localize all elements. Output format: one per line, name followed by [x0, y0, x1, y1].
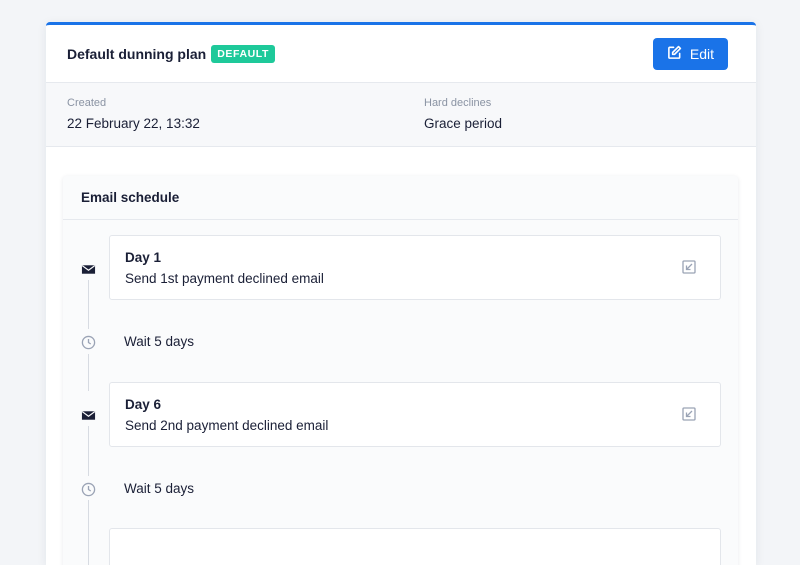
step-description: Send 1st payment declined email	[125, 271, 324, 286]
wait-step-text: Wait 5 days	[124, 481, 195, 496]
email-schedule-panel: Email schedule Day 1 Send 1st payment de…	[63, 176, 738, 565]
timeline-connector	[88, 354, 89, 391]
hard-declines-value: Grace period	[424, 116, 503, 131]
email-schedule-title: Email schedule	[63, 176, 738, 220]
created-value: 22 February 22, 13:32	[67, 116, 200, 131]
schedule-step-email	[109, 528, 721, 565]
plan-title: Default dunning plan	[67, 45, 207, 62]
plan-header: Default dunning plan DEFAULT Edit	[46, 25, 756, 83]
hard-declines-info: Hard declines Grace period	[424, 97, 502, 131]
timeline-connector	[88, 500, 89, 565]
timeline-connector	[88, 280, 89, 329]
clock-icon	[81, 335, 96, 350]
edit-icon	[667, 45, 682, 63]
created-label: Created	[67, 97, 107, 109]
hard-declines-label: Hard declines	[424, 97, 492, 109]
collapse-icon[interactable]	[682, 260, 696, 274]
envelope-icon	[81, 408, 96, 423]
plan-meta: Created 22 February 22, 13:32 Hard decli…	[46, 83, 756, 147]
edit-button[interactable]: Edit	[652, 37, 728, 70]
envelope-icon	[81, 262, 96, 277]
step-description: Send 2nd payment declined email	[125, 418, 329, 433]
step-day: Day 1	[125, 250, 162, 265]
edit-button-label: Edit	[689, 45, 714, 62]
timeline-connector	[88, 426, 89, 476]
schedule-step-email: Day 6 Send 2nd payment declined email	[109, 382, 721, 447]
created-info: Created 22 February 22, 13:32	[67, 97, 200, 131]
step-day: Day 6	[125, 397, 162, 412]
plan-title-group: Default dunning plan DEFAULT	[67, 44, 276, 63]
dunning-plan-card: Default dunning plan DEFAULT Edit Create…	[46, 22, 756, 565]
clock-icon	[81, 482, 96, 497]
schedule-step-email: Day 1 Send 1st payment declined email	[109, 235, 721, 300]
default-badge: DEFAULT	[211, 44, 276, 63]
collapse-icon[interactable]	[682, 407, 696, 421]
wait-step-text: Wait 5 days	[124, 334, 195, 349]
